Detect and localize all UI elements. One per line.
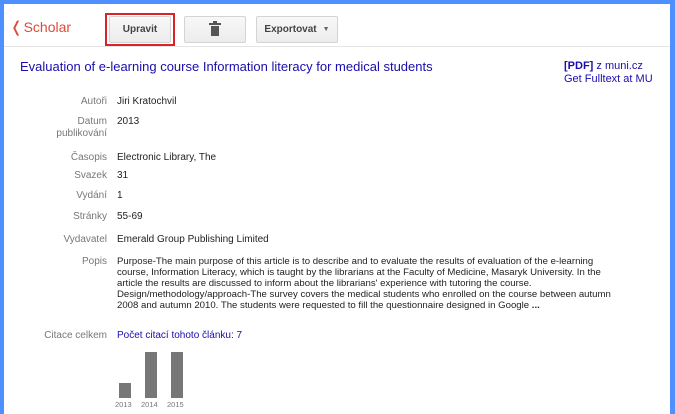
citation-year-label: 2013 xyxy=(115,400,132,409)
pdf-link[interactable]: [PDF] z muni.cz xyxy=(564,60,653,73)
field-value: 55-69 xyxy=(117,211,143,222)
field-value: 31 xyxy=(117,170,129,181)
description-more[interactable]: ... xyxy=(532,300,540,311)
description-text: Purpose-The main purpose of this article… xyxy=(117,256,660,311)
field-value: Electronic Library, The xyxy=(117,152,217,163)
toolbar: ❬Scholar Upravit Exportovat ▼ xyxy=(4,4,670,47)
scholar-back-label: Scholar xyxy=(23,19,72,35)
export-button[interactable]: Exportovat ▼ xyxy=(256,16,338,43)
field-label: Stránky xyxy=(73,211,107,222)
window-frame-right xyxy=(670,0,675,414)
field-label: Svazek xyxy=(74,170,107,181)
field-label: Vydání xyxy=(76,190,107,201)
description-line-text: 2008 and autumn 2010. The students were … xyxy=(117,300,530,311)
field-value: Emerald Group Publishing Limited xyxy=(117,234,269,245)
get-fulltext-link[interactable]: Get Fulltext at MU xyxy=(564,73,653,86)
field-label: Vydavatel xyxy=(63,234,107,245)
export-button-label: Exportovat xyxy=(264,24,317,35)
description-line: course, Information Literacy, which is t… xyxy=(117,267,601,278)
field-label: Popis xyxy=(81,256,107,267)
citation-year-label: 2015 xyxy=(167,400,184,409)
description-line: Design/methodology/approach-The survey c… xyxy=(117,289,611,300)
description-line: 2008 and autumn 2010. The students were … xyxy=(117,300,660,311)
field-value: 1 xyxy=(117,190,123,201)
description-line: article the results are discussed to inf… xyxy=(117,278,532,289)
field-label: Časopis xyxy=(70,152,107,163)
caret-down-icon: ▼ xyxy=(322,26,330,33)
citation-chart: 2013 2014 2015 xyxy=(114,346,204,409)
field-label: Datum publikování xyxy=(0,116,107,140)
chevron-left-icon: ❬ xyxy=(10,19,23,36)
field-label: Autoři xyxy=(80,96,107,107)
scholar-back-link[interactable]: ❬Scholar xyxy=(10,18,71,36)
citation-bar-2014[interactable] xyxy=(145,352,157,398)
citation-bar-2015[interactable] xyxy=(171,352,183,398)
window-frame-left xyxy=(0,0,4,414)
field-label: Citace celkem xyxy=(44,330,107,341)
edit-button-label: Upravit xyxy=(122,24,158,35)
fulltext-links: [PDF] z muni.cz Get Fulltext at MU xyxy=(564,60,653,86)
citation-count-link[interactable]: Počet citací tohoto článku: 7 xyxy=(117,330,242,342)
trash-icon xyxy=(209,21,221,36)
field-label-line: Datum xyxy=(77,116,107,127)
description-line: Purpose-The main purpose of this article… xyxy=(117,256,594,267)
delete-button[interactable] xyxy=(184,16,246,43)
citation-year-label: 2014 xyxy=(141,400,158,409)
article-title-link[interactable]: Evaluation of e-learning course Informat… xyxy=(20,59,433,74)
pdf-source: z muni.cz xyxy=(596,60,643,72)
pdf-tag: [PDF] xyxy=(564,60,594,72)
field-label-line: publikování xyxy=(56,128,107,139)
field-value: Jiri Kratochvil xyxy=(117,96,177,107)
edit-button[interactable]: Upravit xyxy=(109,16,171,43)
citation-bar-2013[interactable] xyxy=(119,383,131,398)
field-value: 2013 xyxy=(117,116,140,127)
